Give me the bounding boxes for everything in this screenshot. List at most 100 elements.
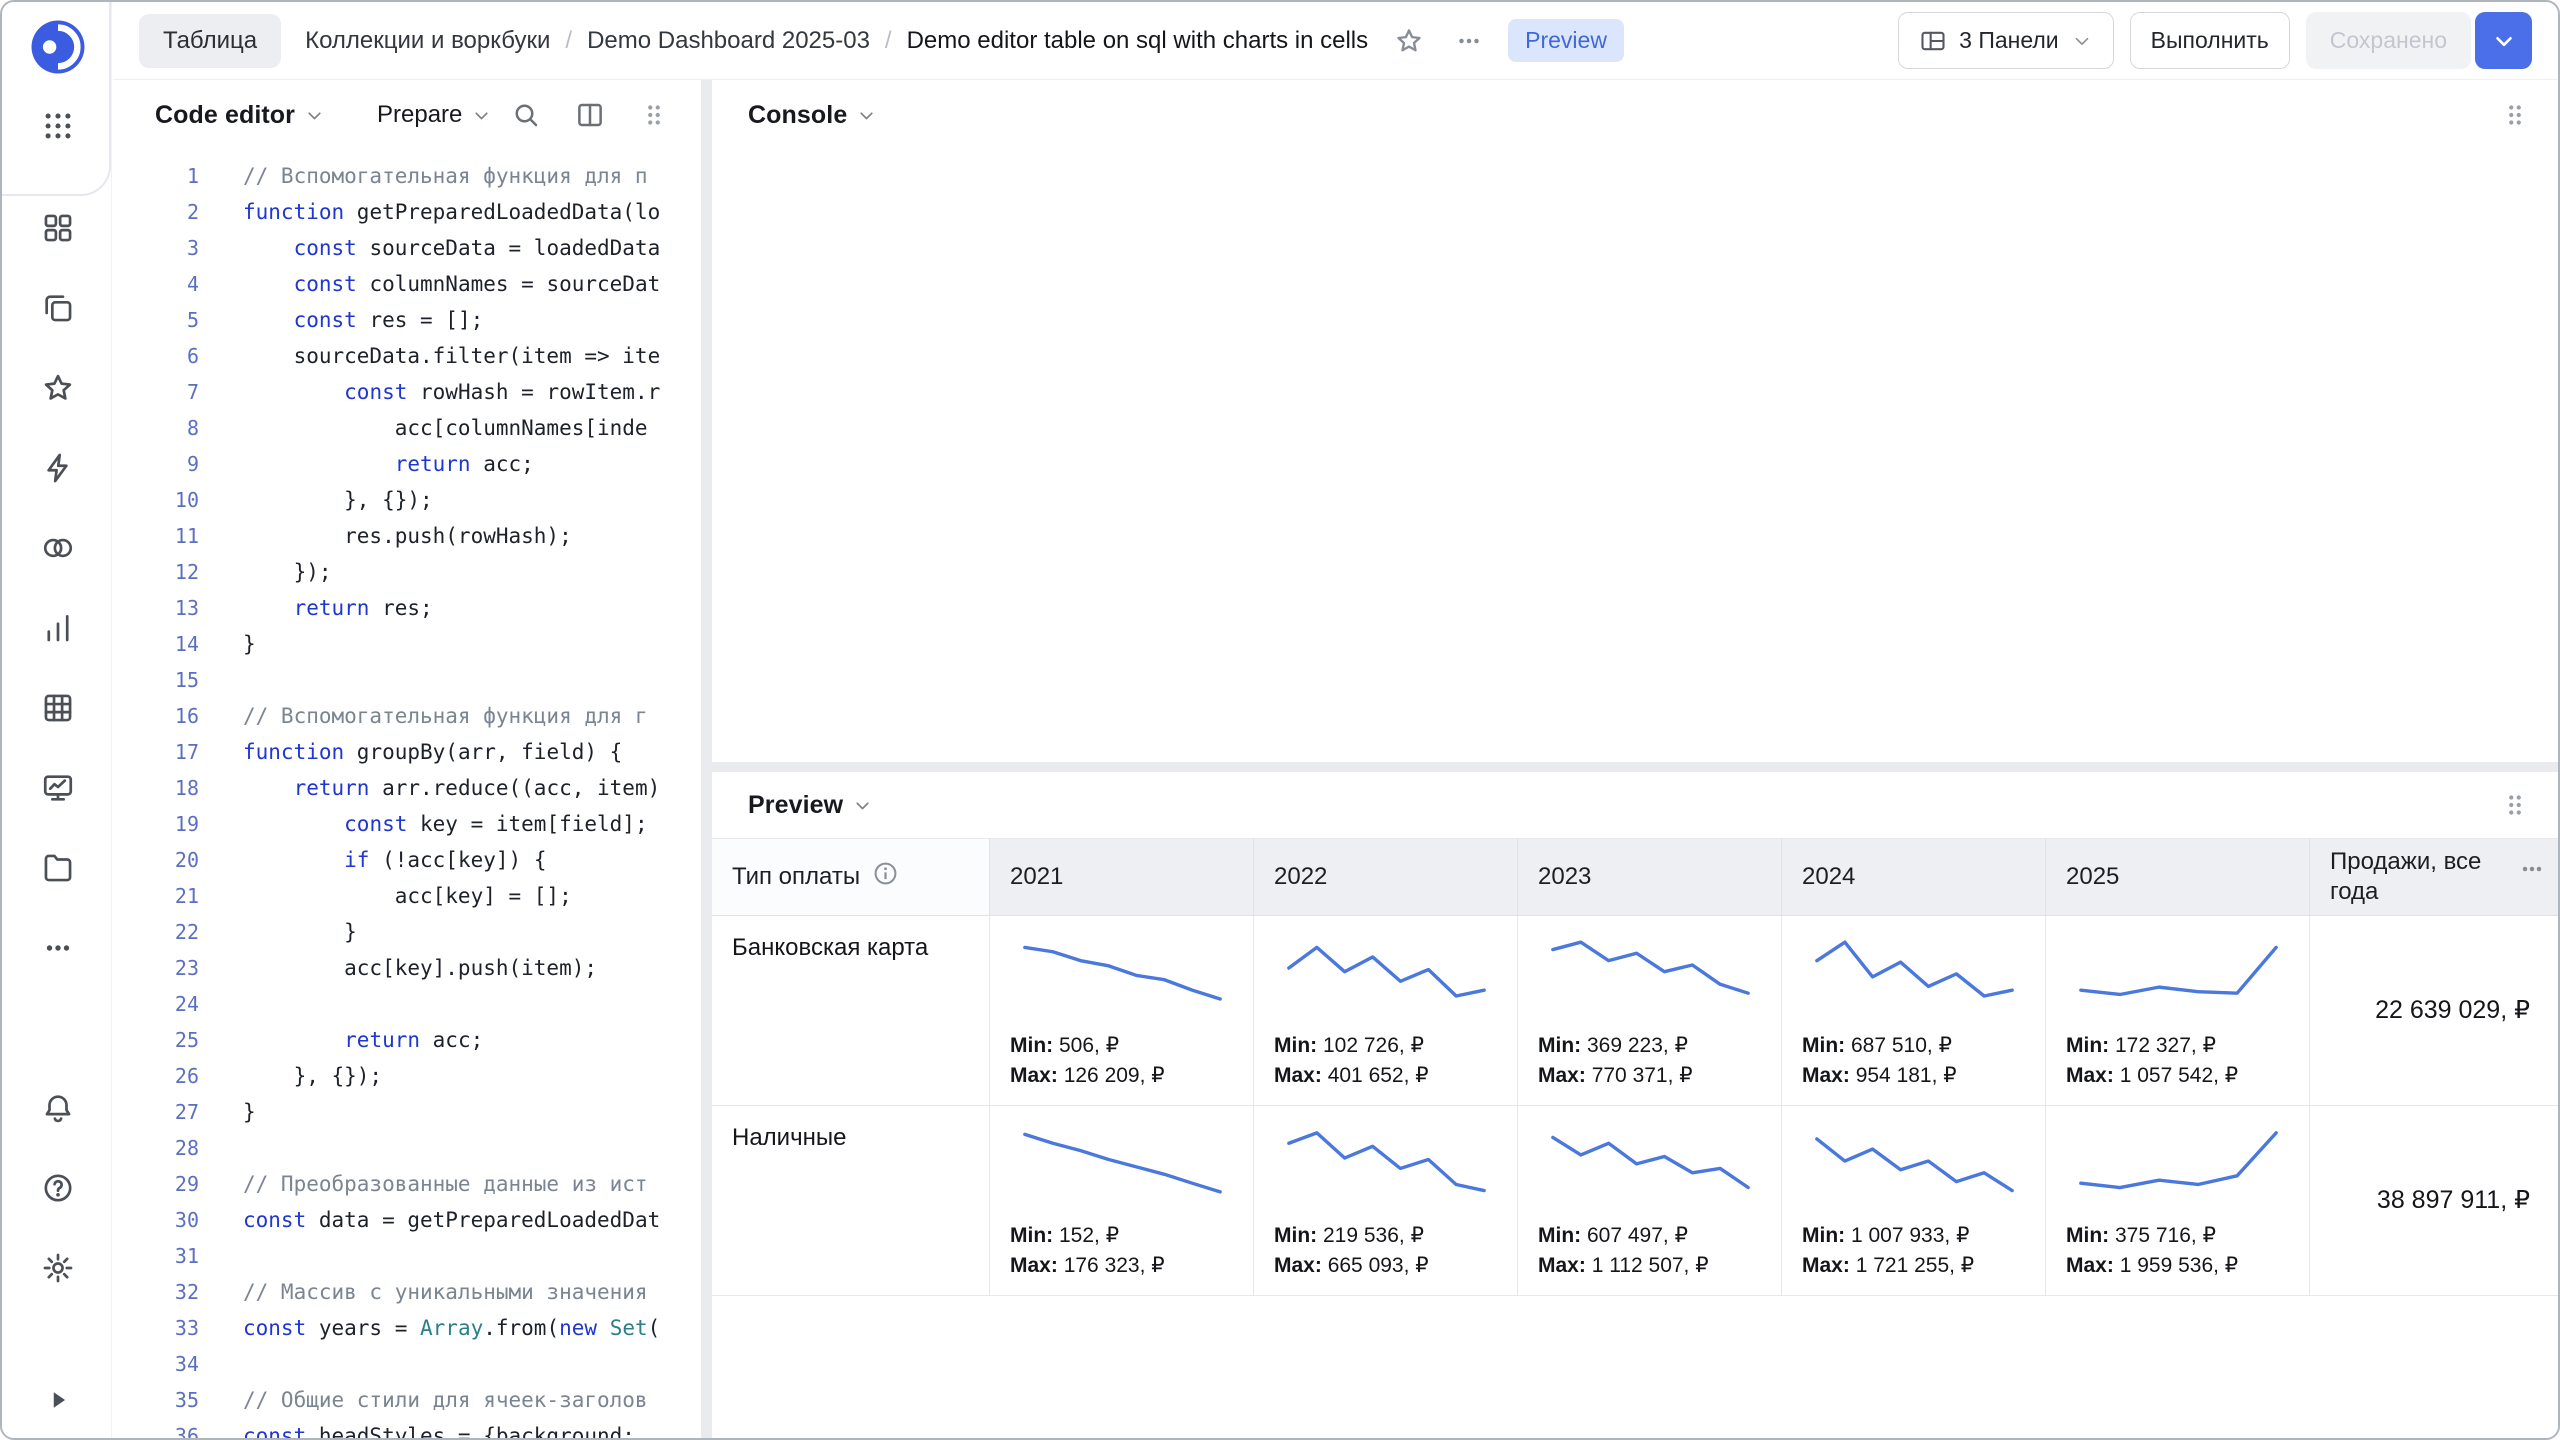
column-header[interactable]: 2025 bbox=[2046, 838, 2310, 916]
breadcrumb-item[interactable]: Demo editor table on sql with charts in … bbox=[907, 27, 1369, 55]
column-header[interactable]: 2023 bbox=[1518, 838, 1782, 916]
line-number: 30 bbox=[113, 1202, 199, 1238]
code-line: 28 bbox=[113, 1130, 701, 1166]
code-line: 20 if (!acc[key]) { bbox=[113, 842, 701, 878]
app-window: Таблица Коллекции и воркбуки/Demo Dashbo… bbox=[0, 0, 2560, 1440]
collapse-sidebar-icon[interactable] bbox=[38, 1380, 78, 1420]
help-icon[interactable] bbox=[38, 1168, 78, 1208]
dashboards-icon[interactable] bbox=[38, 208, 78, 248]
console-panel: Console bbox=[712, 80, 2558, 762]
code-editor-header: Code editor Prepare bbox=[113, 80, 701, 150]
column-header[interactable]: Тип оплаты bbox=[712, 838, 990, 916]
horizontal-panel-resizer[interactable] bbox=[712, 762, 2558, 772]
sidebar-nav bbox=[38, 208, 78, 968]
line-number: 4 bbox=[113, 266, 199, 302]
code-line: 25 return acc; bbox=[113, 1022, 701, 1058]
drag-handle-icon[interactable] bbox=[2498, 788, 2532, 822]
code-line: 24 bbox=[113, 986, 701, 1022]
run-button[interactable]: Выполнить bbox=[2130, 12, 2290, 69]
breadcrumb-item[interactable]: Demo Dashboard 2025-03 bbox=[587, 27, 870, 55]
panels-layout-icon bbox=[1919, 27, 1947, 55]
min-value: Min: 375 716, ₽ bbox=[2066, 1221, 2291, 1251]
code-line: 3 const sourceData = loadedData bbox=[113, 230, 701, 266]
search-icon[interactable] bbox=[509, 98, 543, 132]
quick-actions-icon[interactable] bbox=[38, 448, 78, 488]
favorite-star-icon[interactable] bbox=[1390, 22, 1428, 60]
vertical-panel-resizer[interactable] bbox=[701, 80, 712, 1438]
preview-title[interactable]: Preview bbox=[748, 791, 843, 820]
code-line: 33const years = Array.from(new Set( bbox=[113, 1310, 701, 1346]
editor-mode-label[interactable]: Prepare bbox=[377, 101, 462, 129]
code-lines[interactable]: 1// Вспомогательная функция для п2functi… bbox=[113, 150, 701, 1438]
column-menu-icon[interactable] bbox=[2518, 855, 2546, 891]
line-number: 3 bbox=[113, 230, 199, 266]
datalens-logo-icon[interactable] bbox=[27, 16, 89, 78]
run-button-label: Выполнить bbox=[2151, 27, 2269, 54]
min-value: Min: 607 497, ₽ bbox=[1538, 1221, 1763, 1251]
preview-badge[interactable]: Preview bbox=[1508, 19, 1624, 62]
column-header[interactable]: 2024 bbox=[1782, 838, 2046, 916]
line-number: 5 bbox=[113, 302, 199, 338]
drag-handle-icon[interactable] bbox=[2498, 98, 2532, 132]
code-line: 18 return arr.reduce((acc, item) bbox=[113, 770, 701, 806]
chart-cell: Min: 102 726, ₽Max: 401 652, ₽ bbox=[1254, 916, 1518, 1106]
sparkline-chart bbox=[1542, 1122, 1759, 1209]
column-header[interactable]: 2022 bbox=[1254, 838, 1518, 916]
line-number: 24 bbox=[113, 986, 199, 1022]
sidebar-border bbox=[111, 2, 112, 1438]
storage-icon[interactable] bbox=[38, 848, 78, 888]
total-cell: 22 639 029, ₽ bbox=[2310, 916, 2558, 1106]
save-menu-button[interactable] bbox=[2475, 12, 2532, 69]
sparkline-chart bbox=[1806, 932, 2023, 1019]
line-number: 32 bbox=[113, 1274, 199, 1310]
row-label: Банковская карта bbox=[712, 916, 990, 1106]
notifications-icon[interactable] bbox=[38, 1088, 78, 1128]
console-header: Console bbox=[712, 80, 2558, 150]
code-line: 16// Вспомогательная функция для г bbox=[113, 698, 701, 734]
sidebar-bottom bbox=[38, 1088, 78, 1288]
column-header[interactable]: 2021 bbox=[990, 838, 1254, 916]
line-number: 12 bbox=[113, 554, 199, 590]
code-line: 9 return acc; bbox=[113, 446, 701, 482]
more-icon[interactable] bbox=[38, 928, 78, 968]
code-line: 23 acc[key].push(item); bbox=[113, 950, 701, 986]
console-title[interactable]: Console bbox=[748, 101, 847, 130]
editor-icon[interactable] bbox=[38, 768, 78, 808]
info-icon[interactable] bbox=[872, 860, 899, 895]
row-label: Наличные bbox=[712, 1106, 990, 1296]
drag-handle-icon[interactable] bbox=[637, 98, 671, 132]
max-value: Max: 770 371, ₽ bbox=[1538, 1061, 1763, 1091]
max-value: Max: 126 209, ₽ bbox=[1010, 1061, 1235, 1091]
apps-grid-icon[interactable] bbox=[38, 106, 78, 146]
code-line: 35// Общие стили для ячеек-заголов bbox=[113, 1382, 701, 1418]
chevron-down-icon[interactable] bbox=[304, 105, 325, 126]
code-editor-title[interactable]: Code editor bbox=[155, 101, 295, 130]
line-number: 18 bbox=[113, 770, 199, 806]
column-header-label: 2021 bbox=[1010, 862, 1063, 892]
sparkline-chart bbox=[1014, 932, 1231, 1019]
chevron-down-icon[interactable] bbox=[852, 795, 873, 816]
collections-icon[interactable] bbox=[38, 288, 78, 328]
column-header-label: 2023 bbox=[1538, 862, 1591, 892]
view-switcher-button[interactable]: Таблица bbox=[139, 14, 281, 68]
breadcrumb-item[interactable]: Коллекции и воркбуки bbox=[305, 27, 550, 55]
favorites-icon[interactable] bbox=[38, 368, 78, 408]
settings-icon[interactable] bbox=[38, 1248, 78, 1288]
min-value: Min: 1 007 933, ₽ bbox=[1802, 1221, 2027, 1251]
connections-icon[interactable] bbox=[38, 528, 78, 568]
code-line: 12 }); bbox=[113, 554, 701, 590]
tables-icon[interactable] bbox=[38, 688, 78, 728]
panels-dropdown-button[interactable]: 3 Панели bbox=[1898, 12, 2114, 69]
min-value: Min: 219 536, ₽ bbox=[1274, 1221, 1499, 1251]
more-actions-icon[interactable] bbox=[1450, 22, 1488, 60]
chevron-down-icon[interactable] bbox=[856, 105, 877, 126]
column-header[interactable]: Продажи, все года bbox=[2310, 838, 2558, 916]
code-line: 31 bbox=[113, 1238, 701, 1274]
split-view-icon[interactable] bbox=[573, 98, 607, 132]
min-value: Min: 102 726, ₽ bbox=[1274, 1031, 1499, 1061]
chart-cell: Min: 607 497, ₽Max: 1 112 507, ₽ bbox=[1518, 1106, 1782, 1296]
charts-icon[interactable] bbox=[38, 608, 78, 648]
chevron-down-icon[interactable] bbox=[471, 105, 492, 126]
column-header-label: Тип оплаты bbox=[732, 862, 860, 892]
chevron-down-icon bbox=[2491, 28, 2517, 54]
